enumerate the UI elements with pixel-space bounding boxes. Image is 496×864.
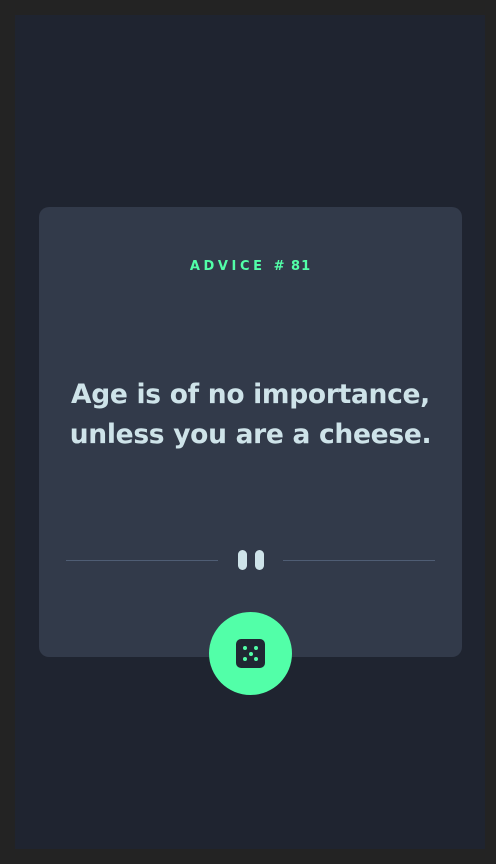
advice-number: # 81 (273, 259, 312, 274)
divider-line-right (283, 560, 435, 561)
pause-icon (238, 550, 264, 570)
advice-card: ADVICE # 81 Age is of no importance, unle… (39, 207, 462, 657)
divider-line-left (66, 560, 218, 561)
pattern-divider (66, 540, 435, 570)
new-advice-button[interactable] (209, 612, 292, 695)
advice-quote: Age is of no importance, unless you are … (69, 379, 432, 450)
dice-icon (236, 639, 265, 668)
advice-label: ADVICE (189, 259, 266, 274)
advice-heading: ADVICE # 81 (39, 259, 462, 274)
